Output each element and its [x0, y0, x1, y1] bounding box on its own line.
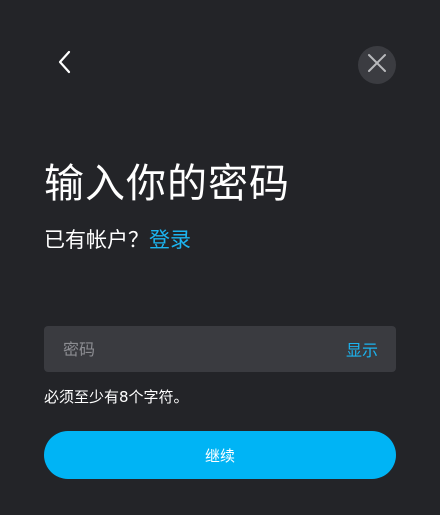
chevron-left-icon	[57, 50, 71, 78]
password-input[interactable]	[44, 326, 336, 372]
login-link[interactable]: 登录	[149, 228, 191, 252]
close-button[interactable]	[358, 46, 396, 84]
password-field: 显示	[44, 326, 396, 372]
login-prompt-text: 已有帐户？	[44, 228, 149, 252]
page-title: 输入你的密码	[44, 161, 290, 207]
login-prompt: 已有帐户？登录	[44, 226, 191, 254]
continue-button[interactable]: 继续	[44, 431, 396, 479]
password-hint: 必须至少有8个字符。	[44, 388, 189, 406]
close-icon	[367, 53, 387, 77]
back-button[interactable]	[46, 46, 82, 82]
show-password-toggle[interactable]: 显示	[336, 337, 396, 361]
